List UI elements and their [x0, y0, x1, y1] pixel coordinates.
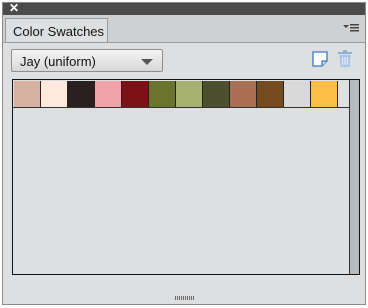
color-swatch[interactable]: [230, 81, 257, 107]
swatch-row: [14, 81, 338, 107]
tab-label: Color Swatches: [13, 24, 105, 39]
row-divider: [13, 107, 349, 108]
color-swatches-panel: ✕ Color Swatches Jay (uniform): [2, 2, 366, 305]
color-swatch[interactable]: [203, 81, 230, 107]
chevron-down-icon: [141, 59, 153, 65]
color-swatch[interactable]: [14, 81, 41, 107]
vertical-scrollbar[interactable]: [349, 80, 359, 274]
new-swatch-icon[interactable]: [312, 51, 328, 67]
panel-titlebar[interactable]: ✕: [3, 3, 365, 15]
color-swatch[interactable]: [41, 81, 68, 107]
color-swatch[interactable]: [311, 81, 338, 107]
color-swatch[interactable]: [176, 81, 203, 107]
preset-dropdown-value: Jay (uniform): [20, 54, 96, 69]
tab-color-swatches[interactable]: Color Swatches: [5, 18, 108, 42]
preset-dropdown[interactable]: Jay (uniform): [11, 49, 163, 72]
color-swatch[interactable]: [95, 81, 122, 107]
color-swatch[interactable]: [257, 81, 284, 107]
resize-grip[interactable]: [175, 296, 195, 300]
close-icon[interactable]: ✕: [9, 3, 19, 15]
swatch-grid: [12, 79, 360, 275]
color-swatch[interactable]: [149, 81, 176, 107]
panel-menu-icon[interactable]: [343, 22, 359, 34]
color-swatch[interactable]: [122, 81, 149, 107]
color-swatch[interactable]: [68, 81, 95, 107]
color-swatch[interactable]: [284, 81, 311, 107]
tab-bar: Color Swatches: [3, 15, 365, 43]
trash-icon[interactable]: [337, 50, 353, 68]
